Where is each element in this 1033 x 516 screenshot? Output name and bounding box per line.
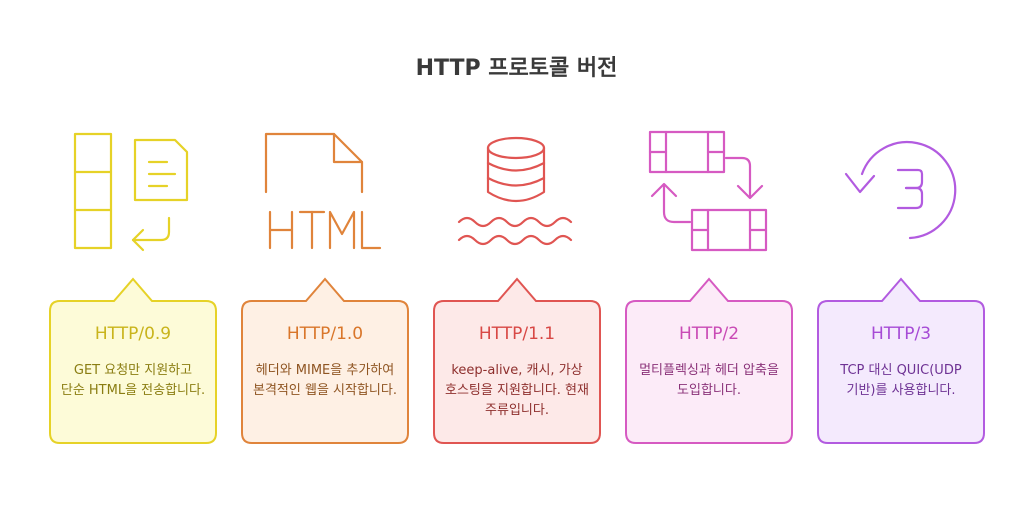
rotate-three-icon <box>838 128 968 258</box>
version-name: HTTP/1.0 <box>286 324 364 344</box>
version-name: HTTP/3 <box>870 324 932 344</box>
version-description: 멀티플렉싱과 헤더 압축을 도입합니다. <box>639 363 779 398</box>
database-icon <box>451 128 581 258</box>
version-card-http-3: HTTP/3 TCP 대신 QUIC(UDP 기반)를 사용합니다. <box>816 277 986 445</box>
version-card-http-2: HTTP/2 멀티플렉싱과 헤더 압축을 도입합니다. <box>624 277 794 445</box>
document-list-icon <box>63 128 193 258</box>
version-card-http-0-9: HTTP/0.9 GET 요청만 지원하고 단순 HTML을 전송합니다. <box>48 277 218 445</box>
html-file-icon <box>256 128 386 258</box>
version-card-http-1-1: HTTP/1.1 keep-alive, 캐시, 가상 호스팅을 지원합니다. … <box>432 277 602 445</box>
multiplex-icon <box>646 128 776 258</box>
diagram-title: HTTP 프로토콜 버전 <box>415 56 618 81</box>
version-description: 헤더와 MIME을 추가하여 본격적인 웹을 시작합니다. <box>253 363 397 398</box>
version-description: TCP 대신 QUIC(UDP 기반)를 사용합니다. <box>840 363 962 398</box>
version-name: HTTP/2 <box>678 324 740 344</box>
version-description: keep-alive, 캐시, 가상 호스팅을 지원합니다. 현재 주류입니다. <box>445 363 589 418</box>
version-card-http-1-0: HTTP/1.0 헤더와 MIME을 추가하여 본격적인 웹을 시작합니다. <box>240 277 410 445</box>
version-description: GET 요청만 지원하고 단순 HTML을 전송합니다. <box>60 363 206 398</box>
version-name: HTTP/0.9 <box>94 324 172 344</box>
version-name: HTTP/1.1 <box>478 324 556 344</box>
